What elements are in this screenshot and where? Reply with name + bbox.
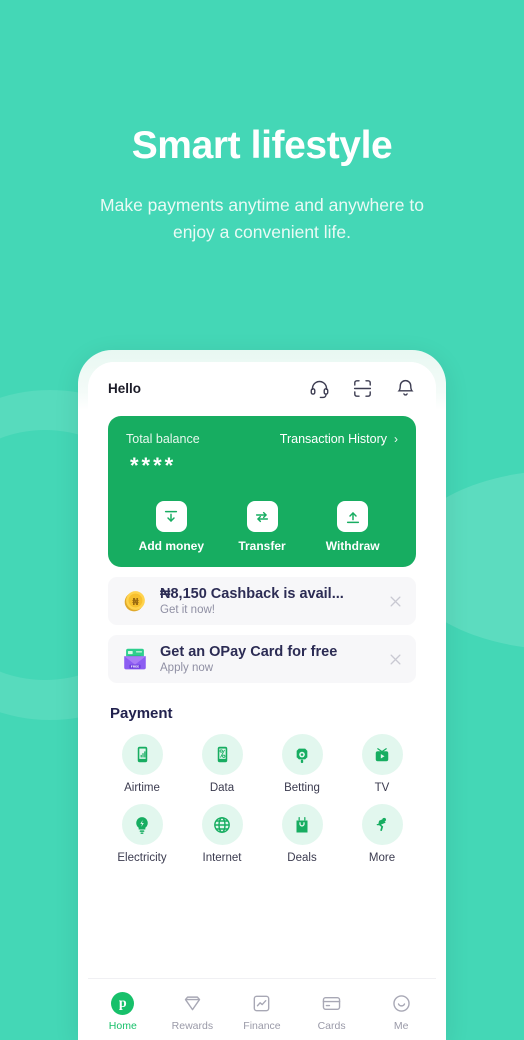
chevron-right-icon: ›: [394, 432, 398, 446]
globe-icon: [201, 804, 243, 845]
promo-banner-opay-card[interactable]: FREE Get an OPay Card for free Apply now: [108, 635, 416, 683]
chart-icon: [227, 992, 297, 1016]
add-money-button[interactable]: Add money: [126, 501, 217, 553]
payment-tile-betting-label: Betting: [284, 782, 320, 794]
promo-banner-cashback-text: ₦8,150 Cashback is avail... Get it now!: [160, 585, 382, 618]
phone-mockup: Hello Total balance Transaction History …: [78, 350, 446, 1040]
transfer-label: Transfer: [238, 539, 286, 553]
transaction-history-label: Transaction History: [279, 432, 387, 446]
payment-tile-electricity[interactable]: Electricity: [102, 804, 182, 864]
payment-tile-data[interactable]: Data: [182, 734, 262, 794]
scan-icon[interactable]: [352, 378, 373, 399]
nav-item-cards[interactable]: Cards: [297, 992, 367, 1032]
payment-tile-tv[interactable]: TV: [342, 734, 422, 794]
svg-text:FREE: FREE: [131, 665, 139, 669]
withdraw-label: Withdraw: [325, 539, 380, 553]
quick-actions: Add money Transfer Withdraw: [126, 501, 398, 553]
phone-signal-icon: [121, 734, 163, 775]
total-balance-label: Total balance: [126, 432, 200, 446]
payment-tile-internet[interactable]: Internet: [182, 804, 262, 864]
diamond-icon: [158, 992, 228, 1016]
payment-tile-deals-label: Deals: [287, 852, 317, 864]
nav-item-rewards[interactable]: Rewards: [158, 992, 228, 1032]
smiley-face-icon: [366, 992, 436, 1016]
payment-tile-tv-label: TV: [374, 782, 390, 794]
lightbulb-icon: [121, 804, 163, 845]
promo-banner-opay-card-subtitle: Apply now: [160, 661, 214, 674]
page-title: Smart lifestyle: [131, 124, 393, 167]
nav-item-cards-label: Cards: [317, 1019, 346, 1032]
withdraw-button[interactable]: Withdraw: [307, 501, 398, 553]
hero-subtitle-line1: Make payments anytime and anywhere to: [100, 194, 424, 215]
credit-card-icon: [297, 992, 367, 1016]
opay-home-icon: p: [88, 992, 158, 1016]
add-money-label: Add money: [138, 539, 204, 553]
payment-tile-electricity-label: Electricity: [117, 852, 167, 864]
promo-banner-cashback-title: ₦8,150 Cashback is avail...: [160, 585, 344, 602]
payment-tile-more-label: More: [368, 852, 396, 864]
payment-tile-more[interactable]: More: [342, 804, 422, 864]
transaction-history-link[interactable]: Transaction History ›: [280, 432, 398, 446]
nav-item-home-label: Home: [108, 1019, 137, 1032]
payment-tile-internet-label: Internet: [202, 852, 242, 864]
hero-section: Smart lifestyle Make payments anytime an…: [0, 124, 524, 246]
shopping-bag-icon: [281, 804, 323, 845]
payment-section-title: Payment: [110, 705, 173, 722]
bottom-navigation: p Home Rewards Finance Cards Me: [88, 978, 436, 1040]
nav-item-me[interactable]: Me: [366, 992, 436, 1032]
tv-icon: [361, 734, 403, 775]
hero-subtitle-line2: enjoy a convenient life.: [172, 222, 352, 243]
payment-tile-betting[interactable]: Betting: [262, 734, 342, 794]
running-person-icon: [361, 804, 403, 845]
payment-tile-deals[interactable]: Deals: [262, 804, 342, 864]
transfer-arrows-icon: [246, 501, 278, 532]
promo-banner-cashback[interactable]: ₦ ₦8,150 Cashback is avail... Get it now…: [108, 577, 416, 625]
nav-item-finance-label: Finance: [243, 1019, 281, 1032]
close-icon[interactable]: [382, 588, 408, 614]
betting-icon: [281, 734, 323, 775]
promo-banner-opay-card-text: Get an OPay Card for free Apply now: [160, 643, 382, 676]
gold-coin-icon: ₦: [120, 586, 150, 616]
greeting-text: Hello: [108, 380, 142, 396]
svg-text:₦: ₦: [132, 597, 139, 608]
nav-item-finance[interactable]: Finance: [227, 992, 297, 1032]
payment-tile-airtime[interactable]: Airtime: [102, 734, 182, 794]
app-header: Hello: [88, 362, 436, 414]
payment-tile-airtime-label: Airtime: [124, 782, 160, 794]
app-header-icons: [309, 378, 416, 399]
payment-grid: Airtime Data Betting TV Electricity Inte…: [102, 734, 422, 864]
close-icon[interactable]: [382, 646, 408, 672]
nav-item-me-label: Me: [393, 1019, 409, 1032]
customer-service-icon[interactable]: [309, 378, 330, 399]
payment-tile-data-label: Data: [209, 782, 235, 794]
transfer-button[interactable]: Transfer: [217, 501, 308, 553]
promo-banner-opay-card-title: Get an OPay Card for free: [160, 643, 338, 660]
promo-banner-cashback-subtitle: Get it now!: [160, 603, 215, 616]
download-arrow-icon: [155, 501, 187, 532]
balance-amount[interactable]: ****: [130, 455, 398, 477]
opay-logo-letter: p: [111, 992, 135, 1015]
balance-card: Total balance Transaction History › ****…: [108, 416, 416, 567]
nav-item-home[interactable]: p Home: [88, 992, 158, 1032]
hero-subtitle: Make payments anytime and anywhere to en…: [0, 192, 524, 246]
bell-icon[interactable]: [395, 378, 416, 399]
phone-screen: Hello Total balance Transaction History …: [88, 362, 436, 1040]
nav-item-rewards-label: Rewards: [171, 1019, 214, 1032]
balance-card-header: Total balance Transaction History ›: [126, 432, 398, 446]
free-card-envelope-icon: FREE: [120, 644, 150, 674]
upload-arrow-icon: [337, 501, 369, 532]
phone-data-icon: [201, 734, 243, 775]
